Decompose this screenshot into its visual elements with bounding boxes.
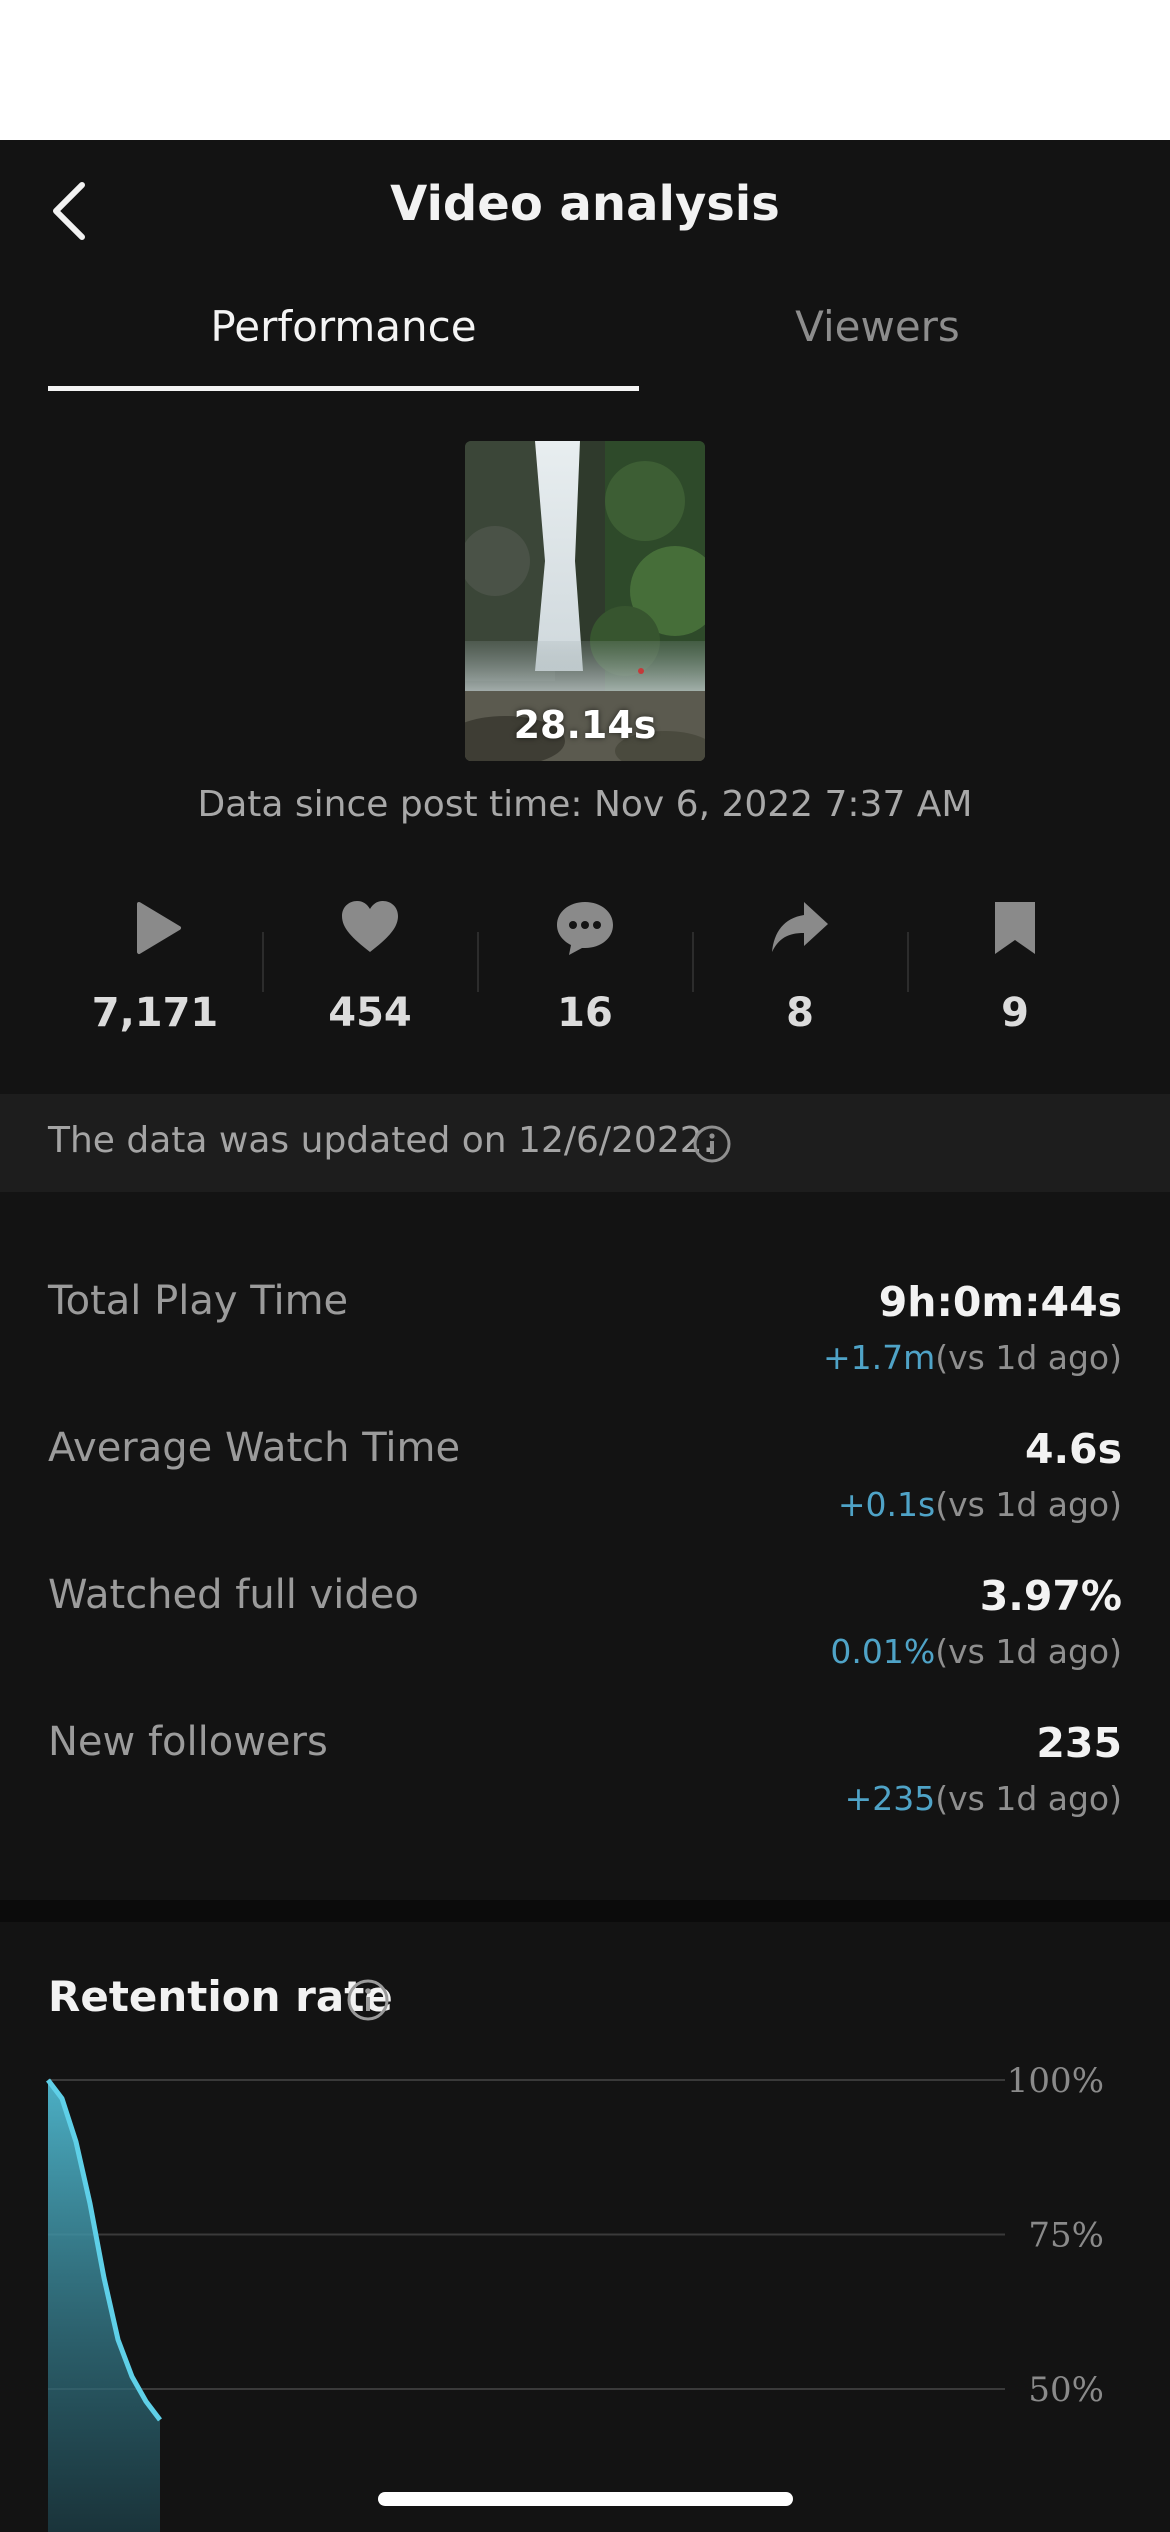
metric-value: 4.6s (1024, 1425, 1122, 1473)
metric-new-followers: New followers 235 +235(vs 1d ago) (0, 1719, 1170, 1859)
header: Video analysis (0, 140, 1170, 270)
metric-delta: +0.1s(vs 1d ago) (838, 1485, 1122, 1524)
stat-value: 9 (1001, 990, 1029, 1036)
comment-icon (557, 902, 613, 955)
home-indicator (378, 2492, 793, 2506)
metric-label: Average Watch Time (48, 1425, 461, 1471)
stat-plays: 7,171 (48, 880, 262, 1050)
y-tick-label: 75% (1028, 2216, 1104, 2256)
metric-delta: +1.7m(vs 1d ago) (823, 1338, 1122, 1377)
metric-total-play-time: Total Play Time 9h:0m:44s +1.7m(vs 1d ag… (0, 1278, 1170, 1418)
metric-delta-value: 0.01% (830, 1632, 936, 1671)
data-since-label: Data since post time: Nov 6, 2022 7:37 A… (197, 784, 973, 825)
metric-compare: (vs 1d ago) (935, 1632, 1122, 1671)
heart-icon (342, 901, 398, 952)
metric-delta-value: +0.1s (837, 1485, 936, 1524)
tab-bar: Performance Viewers (0, 270, 1170, 392)
stat-value: 454 (328, 990, 412, 1036)
metric-compare: (vs 1d ago) (935, 1338, 1122, 1377)
stat-likes: 454 (263, 880, 477, 1050)
stats-row: 7,171 454 16 8 9 (48, 880, 1122, 1050)
stat-shares: 8 (693, 880, 907, 1050)
active-tab-indicator (48, 386, 639, 391)
metric-delta: +235(vs 1d ago) (845, 1779, 1122, 1818)
metric-value: 3.97% (979, 1572, 1122, 1620)
metric-value: 235 (1036, 1719, 1122, 1767)
metric-delta-value: +1.7m (822, 1338, 936, 1377)
retention-area (48, 2080, 160, 2532)
status-bar (0, 0, 1170, 140)
metric-delta: 0.01%(vs 1d ago) (830, 1632, 1122, 1671)
video-duration: 28.14s (513, 703, 657, 747)
metric-delta-value: +235 (844, 1779, 936, 1818)
tab-performance[interactable]: Performance (48, 302, 639, 351)
retention-title: Retention rate (48, 1972, 393, 2021)
y-tick-label: 50% (1028, 2370, 1104, 2410)
info-icon[interactable] (346, 1978, 390, 2022)
metric-label: Total Play Time (48, 1278, 349, 1324)
stat-value: 7,171 (91, 990, 219, 1036)
metric-average-watch-time: Average Watch Time 4.6s +0.1s(vs 1d ago) (0, 1425, 1170, 1565)
metric-label: Watched full video (48, 1572, 419, 1618)
data-updated-notice: The data was updated on 12/6/2022. (0, 1094, 1170, 1192)
tab-viewers[interactable]: Viewers (585, 302, 1170, 351)
play-icon (137, 902, 181, 954)
page-title: Video analysis (390, 176, 780, 232)
metric-value: 9h:0m:44s (878, 1278, 1122, 1326)
stat-value: 16 (557, 990, 613, 1036)
share-icon (772, 902, 828, 952)
retention-chart: 100% 75% 50% (46, 2061, 1104, 2532)
data-updated-text: The data was updated on 12/6/2022. (48, 1120, 715, 1161)
bookmark-icon (995, 902, 1035, 954)
y-tick-label: 100% (1007, 2061, 1104, 2101)
video-thumbnail[interactable]: 28.14s (465, 441, 705, 761)
stat-comments: 16 (478, 880, 692, 1050)
metric-compare: (vs 1d ago) (935, 1779, 1122, 1818)
stat-value: 8 (786, 990, 814, 1036)
info-icon[interactable] (692, 1124, 732, 1164)
stat-saves: 9 (908, 880, 1122, 1050)
metric-compare: (vs 1d ago) (935, 1485, 1122, 1524)
metric-label: New followers (48, 1719, 328, 1765)
section-divider (0, 1900, 1170, 1922)
metric-watched-full-video: Watched full video 3.97% 0.01%(vs 1d ago… (0, 1572, 1170, 1712)
